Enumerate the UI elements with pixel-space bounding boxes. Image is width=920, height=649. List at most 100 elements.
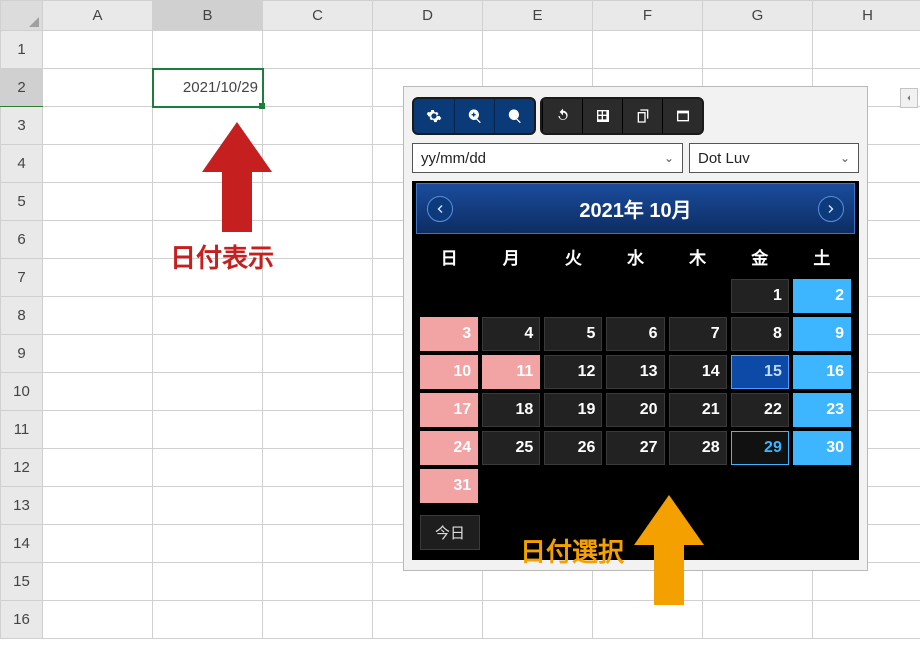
scroll-left-button[interactable] bbox=[900, 88, 918, 108]
row-header-2[interactable]: 2 bbox=[1, 69, 43, 107]
row-header-7[interactable]: 7 bbox=[1, 259, 43, 297]
calendar-day-22[interactable]: 22 bbox=[731, 393, 789, 427]
calendar-day-3[interactable]: 3 bbox=[420, 317, 478, 351]
gear-button[interactable] bbox=[414, 99, 454, 133]
calendar-day-21[interactable]: 21 bbox=[669, 393, 727, 427]
row-header-16[interactable]: 16 bbox=[1, 601, 43, 639]
row-header-10[interactable]: 10 bbox=[1, 373, 43, 411]
calendar-day-23[interactable]: 23 bbox=[793, 393, 851, 427]
refresh-button[interactable] bbox=[542, 99, 582, 133]
cell-C10[interactable] bbox=[263, 373, 373, 411]
cell-E16[interactable] bbox=[483, 601, 593, 639]
cell-C4[interactable] bbox=[263, 145, 373, 183]
cell-C9[interactable] bbox=[263, 335, 373, 373]
calendar-day-8[interactable]: 8 bbox=[731, 317, 789, 351]
row-header-1[interactable]: 1 bbox=[1, 31, 43, 69]
cell-E1[interactable] bbox=[483, 31, 593, 69]
prev-month-button[interactable] bbox=[427, 196, 453, 222]
calendar-day-15[interactable]: 15 bbox=[731, 355, 789, 389]
copy-button[interactable] bbox=[622, 99, 662, 133]
cell-A2[interactable] bbox=[43, 69, 153, 107]
row-header-14[interactable]: 14 bbox=[1, 525, 43, 563]
cell-A10[interactable] bbox=[43, 373, 153, 411]
cell-B13[interactable] bbox=[153, 487, 263, 525]
cell-C16[interactable] bbox=[263, 601, 373, 639]
calendar-day-11[interactable]: 11 bbox=[482, 355, 540, 389]
row-header-3[interactable]: 3 bbox=[1, 107, 43, 145]
cell-B1[interactable] bbox=[153, 31, 263, 69]
row-header-4[interactable]: 4 bbox=[1, 145, 43, 183]
cell-B2[interactable]: 2021/10/29 bbox=[153, 69, 263, 107]
cell-B5[interactable] bbox=[153, 183, 263, 221]
calendar-day-2[interactable]: 2 bbox=[793, 279, 851, 313]
cell-B14[interactable] bbox=[153, 525, 263, 563]
cell-B8[interactable] bbox=[153, 297, 263, 335]
grid-button[interactable] bbox=[582, 99, 622, 133]
cell-A6[interactable] bbox=[43, 221, 153, 259]
today-button[interactable]: 今日 bbox=[420, 515, 480, 550]
cell-C3[interactable] bbox=[263, 107, 373, 145]
cell-G1[interactable] bbox=[703, 31, 813, 69]
calendar-day-12[interactable]: 12 bbox=[544, 355, 602, 389]
cell-A5[interactable] bbox=[43, 183, 153, 221]
cell-F1[interactable] bbox=[593, 31, 703, 69]
cell-H16[interactable] bbox=[813, 601, 920, 639]
cell-D1[interactable] bbox=[373, 31, 483, 69]
calendar-day-28[interactable]: 28 bbox=[669, 431, 727, 465]
format-select[interactable]: yy/mm/dd ⌄ bbox=[412, 143, 683, 173]
calendar-day-10[interactable]: 10 bbox=[420, 355, 478, 389]
calendar-day-29[interactable]: 29 bbox=[731, 431, 789, 465]
calendar-day-24[interactable]: 24 bbox=[420, 431, 478, 465]
row-header-15[interactable]: 15 bbox=[1, 563, 43, 601]
cell-C11[interactable] bbox=[263, 411, 373, 449]
calendar-day-31[interactable]: 31 bbox=[420, 469, 478, 503]
cell-C1[interactable] bbox=[263, 31, 373, 69]
col-header-G[interactable]: G bbox=[703, 1, 813, 31]
col-header-H[interactable]: H bbox=[813, 1, 920, 31]
cell-A16[interactable] bbox=[43, 601, 153, 639]
zoom-out-button[interactable] bbox=[494, 99, 534, 133]
cell-B4[interactable] bbox=[153, 145, 263, 183]
col-header-B[interactable]: B bbox=[153, 1, 263, 31]
calendar-day-7[interactable]: 7 bbox=[669, 317, 727, 351]
cell-C13[interactable] bbox=[263, 487, 373, 525]
select-all-corner[interactable] bbox=[1, 1, 43, 31]
cell-C12[interactable] bbox=[263, 449, 373, 487]
cell-C6[interactable] bbox=[263, 221, 373, 259]
theme-select[interactable]: Dot Luv ⌄ bbox=[689, 143, 859, 173]
calendar-day-6[interactable]: 6 bbox=[606, 317, 664, 351]
calendar-day-30[interactable]: 30 bbox=[793, 431, 851, 465]
zoom-in-button[interactable] bbox=[454, 99, 494, 133]
cell-A4[interactable] bbox=[43, 145, 153, 183]
row-header-13[interactable]: 13 bbox=[1, 487, 43, 525]
cell-A9[interactable] bbox=[43, 335, 153, 373]
cell-F16[interactable] bbox=[593, 601, 703, 639]
cell-A8[interactable] bbox=[43, 297, 153, 335]
cell-C15[interactable] bbox=[263, 563, 373, 601]
cell-B12[interactable] bbox=[153, 449, 263, 487]
cell-B16[interactable] bbox=[153, 601, 263, 639]
cell-D16[interactable] bbox=[373, 601, 483, 639]
cell-B6[interactable] bbox=[153, 221, 263, 259]
cell-C7[interactable] bbox=[263, 259, 373, 297]
cell-B7[interactable] bbox=[153, 259, 263, 297]
cell-A15[interactable] bbox=[43, 563, 153, 601]
calendar-day-17[interactable]: 17 bbox=[420, 393, 478, 427]
next-month-button[interactable] bbox=[818, 196, 844, 222]
calendar-day-26[interactable]: 26 bbox=[544, 431, 602, 465]
cell-B9[interactable] bbox=[153, 335, 263, 373]
cell-B11[interactable] bbox=[153, 411, 263, 449]
cell-A11[interactable] bbox=[43, 411, 153, 449]
row-header-12[interactable]: 12 bbox=[1, 449, 43, 487]
cell-A12[interactable] bbox=[43, 449, 153, 487]
cell-H1[interactable] bbox=[813, 31, 920, 69]
calendar-day-5[interactable]: 5 bbox=[544, 317, 602, 351]
cell-A3[interactable] bbox=[43, 107, 153, 145]
cell-A14[interactable] bbox=[43, 525, 153, 563]
calendar-day-9[interactable]: 9 bbox=[793, 317, 851, 351]
cell-B3[interactable] bbox=[153, 107, 263, 145]
cell-C2[interactable] bbox=[263, 69, 373, 107]
cell-A1[interactable] bbox=[43, 31, 153, 69]
row-header-5[interactable]: 5 bbox=[1, 183, 43, 221]
calendar-day-13[interactable]: 13 bbox=[606, 355, 664, 389]
